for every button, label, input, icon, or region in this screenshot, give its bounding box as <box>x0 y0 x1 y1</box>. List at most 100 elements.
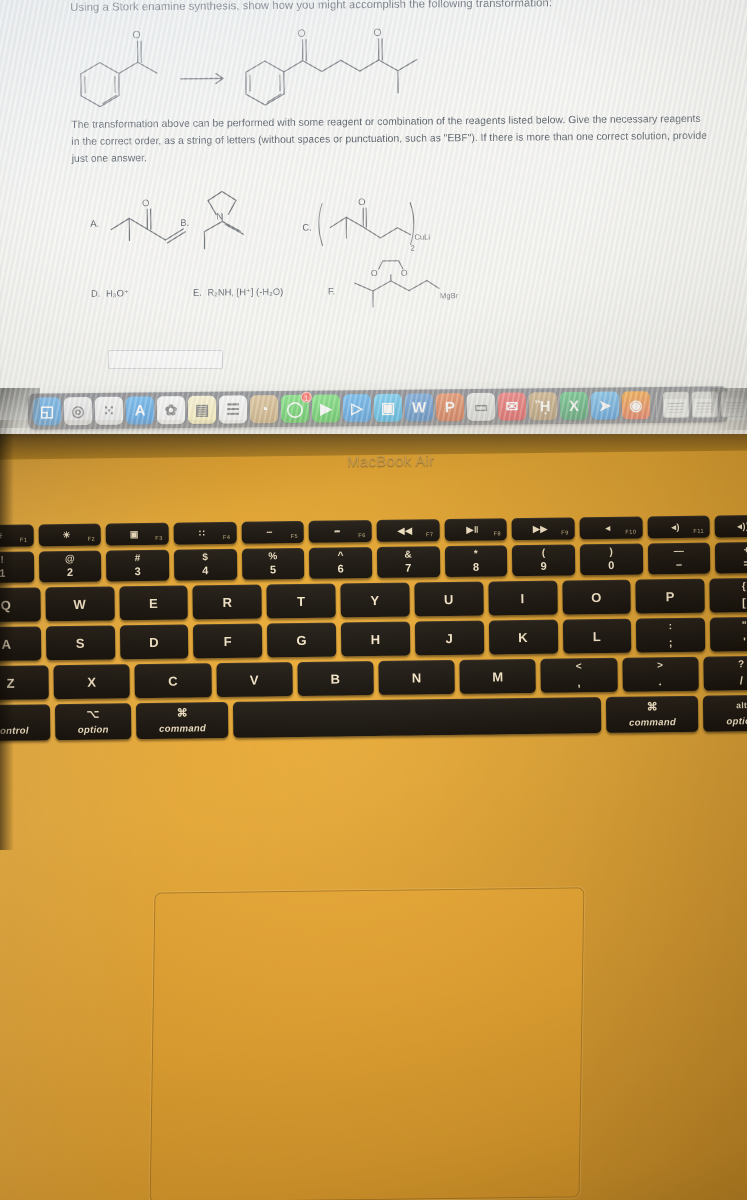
dock-icon-reminders[interactable]: ☰ <box>218 395 248 424</box>
key-o[interactable]: O <box>561 579 632 615</box>
key-1[interactable]: ! 1 <box>0 551 35 584</box>
key-l[interactable]: L <box>562 618 632 654</box>
key-semicolon[interactable]: :; <box>636 617 706 653</box>
dock-icon-launchpad[interactable]: ⁙ <box>94 396 124 425</box>
key-label: A <box>1 636 12 652</box>
key-3[interactable]: #3 <box>106 549 170 582</box>
key-b[interactable]: B <box>297 661 374 697</box>
key-z[interactable]: Z <box>0 665 50 701</box>
key-8[interactable]: * 8 <box>444 545 508 578</box>
key-x[interactable]: X <box>53 664 131 700</box>
key-d[interactable]: D <box>119 624 189 660</box>
key-control-left[interactable]: control <box>0 704 51 742</box>
dock-icon-facetime[interactable]: ▶ <box>311 394 341 423</box>
key-j[interactable]: J <box>414 620 485 656</box>
key-=[interactable]: + = <box>715 541 747 574</box>
key-v[interactable]: V <box>216 662 293 698</box>
keyboard-home-row[interactable]: A S D F G H J K L:; " ' <box>0 616 747 662</box>
key-f[interactable]: F <box>193 623 263 659</box>
keyboard[interactable]: ☀ F1 ☀ F2 ▣ F3 ∷ F4 ┄ F5 ┅ F6 ◀◀ F7 ▶‖ F8 ▶▶ F9 ◂ F10 ◂) F11 ◂… <box>0 514 747 747</box>
dock-icon-app-store[interactable]: A <box>125 396 155 425</box>
key-f2[interactable]: ☀ F2 <box>38 523 102 547</box>
dock-icon-siri[interactable]: ◎ <box>63 396 93 426</box>
key-7[interactable]: & 7 <box>376 546 441 578</box>
key-f10[interactable]: ◂ F10 <box>579 516 643 540</box>
key-comma[interactable]: <, <box>540 657 618 693</box>
key-command-left[interactable]: ⌘ command <box>136 701 229 740</box>
dock-icon-finder[interactable]: ◱ <box>32 397 62 426</box>
key-5[interactable]: % 5 <box>241 547 305 580</box>
key-p[interactable]: P <box>635 578 705 614</box>
key-g[interactable]: G <box>267 622 337 658</box>
key-6[interactable]: ^ 6 <box>309 547 373 579</box>
key-period[interactable]: >. <box>622 656 699 692</box>
dock-icon-firefox[interactable]: ◉ <box>621 391 651 420</box>
key-4[interactable]: $4 <box>173 548 238 581</box>
key-label: D <box>149 634 160 650</box>
key-f4[interactable]: ∷ F4 <box>173 521 237 545</box>
dock-minimized-window[interactable] <box>662 391 690 419</box>
keyboard-modifier-row[interactable]: control ⌥ option ⌘ command ⌘ command alt option <box>0 694 747 742</box>
keyboard-bottom-letter-row[interactable]: Z X C V B N M <, >.? / <box>0 655 747 701</box>
modifier-key-label: command <box>629 717 677 729</box>
key-h[interactable]: H <box>340 621 411 657</box>
dock-icon-excel[interactable]: X <box>559 391 589 421</box>
key-quote[interactable]: " ' <box>709 616 747 652</box>
trackpad[interactable] <box>149 887 585 1200</box>
dock-icon-contacts[interactable]: ◔ <box>249 395 279 424</box>
dock-icon-mail[interactable]: ✉ <box>497 392 527 421</box>
key-f12[interactable]: ◂))F12 <box>714 514 747 538</box>
key-command-right[interactable]: ⌘ command <box>606 695 699 733</box>
key-base-label: 6 <box>337 563 345 576</box>
key-f11[interactable]: ◂) F11 <box>647 515 711 539</box>
reagent-structure-b: N <box>194 188 285 256</box>
key-bracket-left[interactable]: {[ <box>709 577 747 613</box>
dock-icon-safari[interactable]: ➤ <box>590 391 620 420</box>
key-c[interactable]: C <box>134 663 212 699</box>
key-t[interactable]: T <box>266 583 336 619</box>
key-0[interactable]: ) 0 <box>579 543 644 576</box>
key-option-left[interactable]: ⌥ option <box>54 703 132 741</box>
key-–[interactable]: — – <box>647 542 711 575</box>
keyboard-number-row[interactable]: ! 1 @2 #3 $4% 5 ^ 6 & 7 * 8(9) 0— – + = <box>0 541 747 584</box>
key-f6[interactable]: ┅ F6 <box>308 520 372 543</box>
macos-dock[interactable]: ◱ ◎ ⁙ A ✿ ▤ ☰ ◔ ◯ 1 ▶ ▷ ▣ W P ▭ ✉ ᾚ X ➤ ◉ <box>27 386 747 430</box>
key-m[interactable]: M <box>459 658 537 694</box>
key-i[interactable]: I <box>488 580 558 616</box>
key-f5[interactable]: ┄ F5 <box>241 520 305 544</box>
key-space[interactable] <box>233 697 602 738</box>
keyboard-qwerty-row[interactable]: Q W E R T Y U I O P{[ <box>0 577 747 623</box>
dock-icon-notes[interactable]: ▤ <box>187 395 217 424</box>
key-w[interactable]: W <box>45 586 115 622</box>
dock-icon-powerpoint[interactable]: P <box>435 393 465 422</box>
dock-minimized-window[interactable] <box>691 391 719 418</box>
key-f7[interactable]: ◀◀ F7 <box>376 519 440 542</box>
dock-minimized-window[interactable] <box>720 391 747 418</box>
key-9[interactable]: (9 <box>512 544 576 577</box>
key-r[interactable]: R <box>192 584 263 620</box>
key-f1[interactable]: ☀ F1 <box>0 524 34 548</box>
dock-icon-preview[interactable]: ▣ <box>373 393 403 423</box>
key-n[interactable]: N <box>378 659 456 695</box>
key-f9[interactable]: ▶▶ F9 <box>511 517 575 541</box>
dock-icon-messages[interactable]: ◯ 1 <box>280 391 312 424</box>
key-f8[interactable]: ▶‖ F8 <box>444 518 508 542</box>
key-e[interactable]: E <box>119 585 189 621</box>
dock-icon-photos[interactable]: ✿ <box>156 396 186 425</box>
key-u[interactable]: U <box>414 581 484 617</box>
key-f3[interactable]: ▣ F3 <box>105 522 169 546</box>
key-s[interactable]: S <box>45 625 115 661</box>
key-slash[interactable]: ? / <box>703 655 747 691</box>
dock-icon-mammoth[interactable]: ᾚ <box>528 392 558 421</box>
answer-input[interactable] <box>108 350 223 369</box>
dock-icon-quicktime[interactable]: ▷ <box>342 394 372 423</box>
key-2[interactable]: @2 <box>38 550 102 583</box>
key-y[interactable]: Y <box>340 582 410 618</box>
key-q[interactable]: Q <box>0 587 41 623</box>
key-label: C <box>168 673 179 689</box>
dock-icon-word[interactable]: W <box>404 393 434 422</box>
dock-icon-screenshot[interactable]: ▭ <box>466 392 496 422</box>
key-option-right[interactable]: alt option <box>703 694 747 732</box>
key-a[interactable]: A <box>0 626 42 662</box>
key-k[interactable]: K <box>488 619 558 655</box>
